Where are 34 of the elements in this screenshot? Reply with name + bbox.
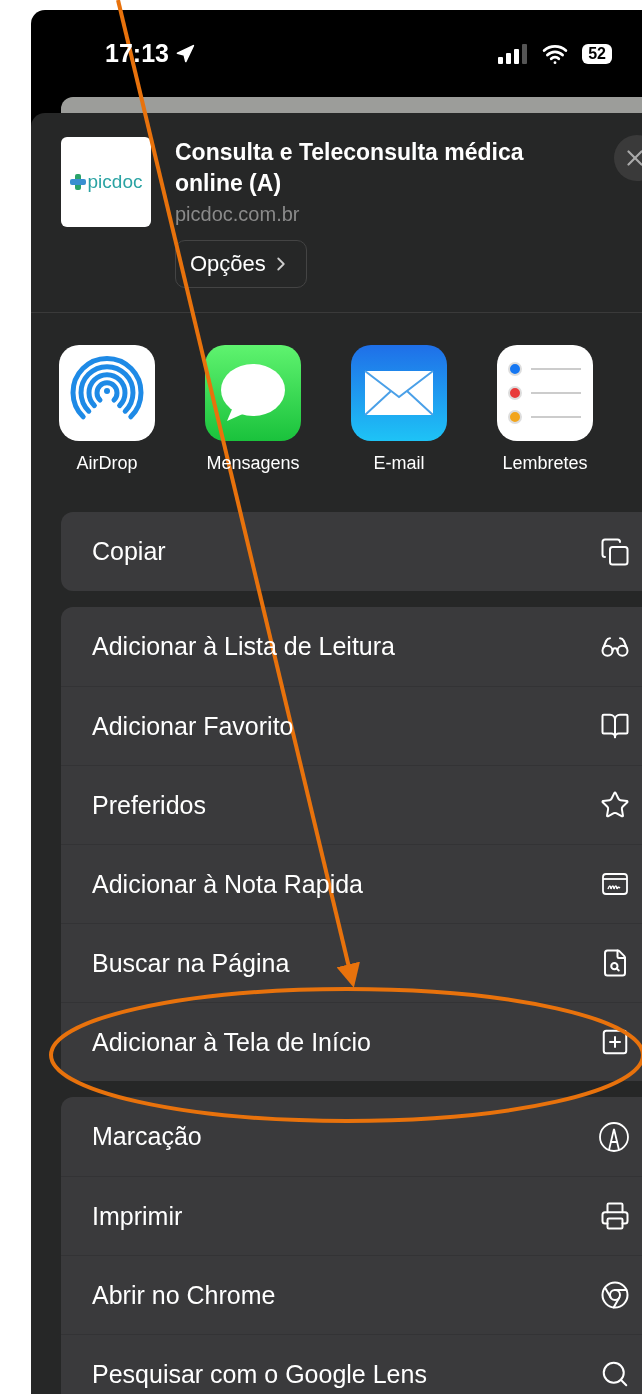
action-row[interactable]: Abrir no Chrome: [61, 1255, 642, 1334]
action-row[interactable]: Marcação: [61, 1097, 642, 1176]
action-row[interactable]: Imprimir: [61, 1176, 642, 1255]
logo-text: picdoc: [87, 171, 143, 193]
plus-icon: [69, 174, 86, 190]
page-title: Consulta e Teleconsulta médica online (A): [175, 138, 525, 198]
signal-icon: [498, 43, 529, 64]
action-row[interactable]: Adicionar à Tela de Início: [61, 1002, 642, 1081]
battery-indicator: 52: [582, 43, 612, 64]
airdrop-icon: [59, 345, 155, 441]
action-row[interactable]: Preferidos: [61, 765, 642, 844]
printer-icon: [600, 1201, 630, 1231]
share-app[interactable]: E-mail: [351, 345, 447, 474]
chrome-icon: [600, 1280, 630, 1310]
share-app[interactable]: Lembretes: [497, 345, 593, 474]
copy-icon: [600, 536, 630, 567]
options-button[interactable]: Opções: [175, 240, 307, 288]
location-arrow-icon: [174, 43, 195, 64]
star-icon: [600, 790, 630, 820]
checklist-icon: [497, 345, 593, 441]
action-row[interactable]: Pesquisar com o Google Lens: [61, 1334, 642, 1394]
envelope-icon: [351, 345, 447, 441]
page-domain: picdoc.com.br: [175, 203, 301, 226]
action-row[interactable]: Buscar na Página: [61, 923, 642, 1002]
pen-circle-icon: [598, 1120, 630, 1153]
action-row[interactable]: Copiar: [61, 512, 642, 591]
app-label: E-mail: [373, 453, 425, 474]
book-icon: [600, 711, 630, 741]
search-icon: [600, 1359, 630, 1389]
app-label: AirDrop: [76, 453, 138, 474]
chat-bubble-icon: [205, 345, 301, 441]
app-label: Lembretes: [502, 453, 588, 474]
add-square-icon: [600, 1027, 630, 1057]
share-app[interactable]: AirDrop: [59, 345, 155, 474]
